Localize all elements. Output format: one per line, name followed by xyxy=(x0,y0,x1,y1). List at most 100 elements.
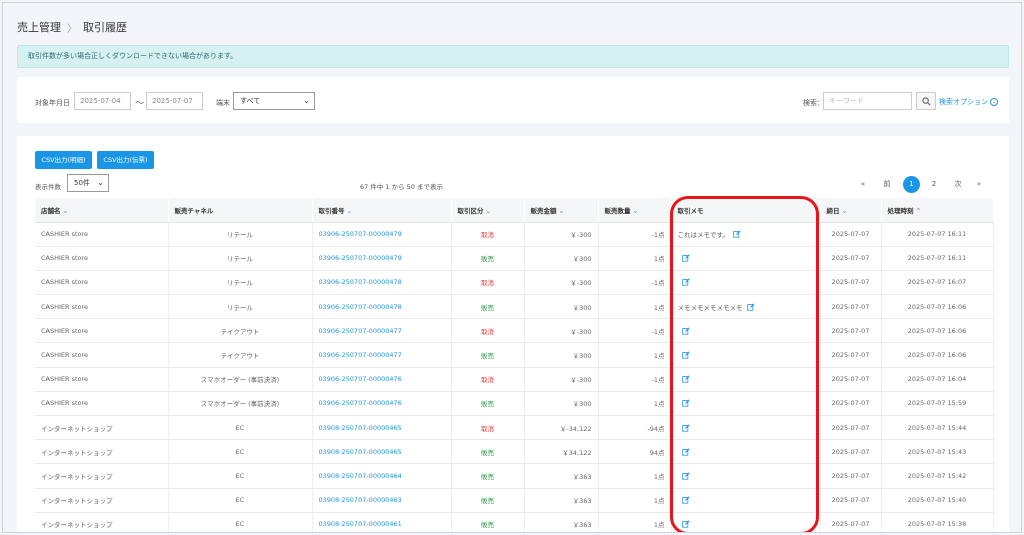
cell-time: 2025-07-07 15:44 xyxy=(881,415,994,441)
edit-icon[interactable] xyxy=(681,375,690,383)
cell-txn-link[interactable]: 03908-250707-00000461 xyxy=(312,512,452,532)
cell-store: インターネットショップ xyxy=(35,415,169,441)
cell-type: 販売 xyxy=(451,439,525,465)
cell-store: インターネットショップ xyxy=(35,512,169,532)
cell-channel: テイクアウト xyxy=(168,318,313,344)
cell-txn-link[interactable]: 03906-250707-00000478 xyxy=(312,270,452,296)
edit-icon[interactable] xyxy=(681,472,690,480)
search-button[interactable] xyxy=(916,92,936,110)
table-row: CASHIER store リテール 03906-250707-00000479 販売… xyxy=(35,246,994,271)
cell-txn-link[interactable]: 03906-250707-00000478 xyxy=(312,294,452,320)
cell-qty: 1点 xyxy=(598,246,672,271)
cell-txn-link[interactable]: 03906-250707-00000479 xyxy=(312,222,452,247)
sort-icon: ⌄ xyxy=(346,206,353,215)
breadcrumb-parent[interactable]: 売上管理 xyxy=(17,19,61,35)
col-close[interactable]: 締日 ⌄ xyxy=(820,198,882,223)
date-to-input[interactable]: 2025-07-07 xyxy=(146,92,203,110)
cell-channel: リテール xyxy=(168,294,313,320)
memo-text: これはメモです。 xyxy=(677,231,729,240)
cell-qty: 1点 xyxy=(598,512,672,532)
table-row: CASHIER store リテール 03906-250707-00000479 取消… xyxy=(35,222,994,247)
table-row: インターネットショップ EC 03908-250707-00000465 取消 ￥-34… xyxy=(35,415,994,441)
cell-memo xyxy=(671,415,821,441)
col-type[interactable]: 取引区分 ⌄ xyxy=(451,198,525,223)
pager-page-1[interactable]: 1 xyxy=(903,176,920,193)
col-store[interactable]: 店舗名 ⌄ xyxy=(35,198,169,223)
cell-memo xyxy=(671,512,821,532)
edit-icon[interactable] xyxy=(681,327,690,335)
cell-txn-link[interactable]: 03906-250707-00000476 xyxy=(312,367,452,392)
col-qty[interactable]: 販売数量 ⌄ xyxy=(598,198,672,223)
device-select[interactable]: すべて ⌄ xyxy=(233,92,315,110)
chevron-circle-down-icon: ⌄ xyxy=(990,98,999,106)
cell-type: 取消 xyxy=(451,270,525,296)
cell-amount: ￥300 xyxy=(524,391,599,417)
edit-icon[interactable] xyxy=(681,351,690,359)
table-row: CASHIER store リテール 03906-250707-00000478 取消… xyxy=(35,270,994,296)
cell-txn-link[interactable]: 03906-250707-00000477 xyxy=(312,342,452,368)
cell-memo: これはメモです。 xyxy=(671,222,821,247)
chevron-right-icon: 〉 xyxy=(67,23,77,35)
table-row: インターネットショップ EC 03908-250707-00000465 販売 ￥34,… xyxy=(35,439,994,465)
cell-memo xyxy=(671,463,821,489)
cell-time: 2025-07-07 16:06 xyxy=(881,294,994,320)
cell-close: 2025-07-07 xyxy=(820,294,882,320)
cell-txn-link[interactable]: 03906-250707-00000476 xyxy=(312,391,452,417)
edit-icon[interactable] xyxy=(681,496,690,504)
date-from-input[interactable]: 2025-07-04 xyxy=(74,92,131,110)
sort-icon: ⌄ xyxy=(62,206,69,215)
cell-memo xyxy=(671,342,821,368)
edit-icon[interactable] xyxy=(681,448,690,456)
cell-close: 2025-07-07 xyxy=(820,463,882,489)
pager-first[interactable]: « xyxy=(857,176,869,193)
table-row: CASHIER store テイクアウト 03906-250707-00000477… xyxy=(35,318,994,344)
edit-icon[interactable] xyxy=(681,399,690,408)
pager-prev[interactable]: 前 xyxy=(879,176,895,193)
edit-icon[interactable] xyxy=(681,520,690,528)
cell-time: 2025-07-07 16:11 xyxy=(881,246,994,271)
edit-icon[interactable] xyxy=(746,303,755,311)
cell-qty: 1点 xyxy=(598,488,672,513)
csv-detail-button[interactable]: CSV出力(明細) xyxy=(35,151,92,169)
edit-icon[interactable] xyxy=(681,424,690,432)
cell-qty: -1点 xyxy=(598,367,672,392)
pager-page-2[interactable]: 2 xyxy=(927,176,941,193)
page-size-select[interactable]: 50件 ⌄ xyxy=(67,174,109,192)
date-separator: 〜 xyxy=(135,99,145,109)
cell-txn-link[interactable]: 03908-250707-00000465 xyxy=(312,439,452,465)
cell-store: CASHIER store xyxy=(35,246,169,271)
col-time[interactable]: 処理時刻 ⌃ xyxy=(881,198,994,223)
sort-icon: ⌃ xyxy=(915,206,922,215)
cell-memo xyxy=(671,488,821,513)
cell-time: 2025-07-07 15:42 xyxy=(881,463,994,489)
cell-txn-link[interactable]: 03908-250707-00000463 xyxy=(312,488,452,513)
edit-icon[interactable] xyxy=(681,254,690,262)
cell-memo xyxy=(671,391,821,417)
cell-txn-link[interactable]: 03906-250707-00000479 xyxy=(312,246,452,271)
cell-store: インターネットショップ xyxy=(35,439,169,465)
cell-txn-link[interactable]: 03906-250707-00000477 xyxy=(312,318,452,344)
edit-icon[interactable] xyxy=(681,278,690,287)
chevron-down-icon: ⌄ xyxy=(97,178,104,187)
cell-amount: ￥300 xyxy=(524,246,599,271)
cell-txn-link[interactable]: 03908-250707-00000464 xyxy=(312,463,452,489)
cell-txn-link[interactable]: 03908-250707-00000465 xyxy=(312,415,452,441)
cell-qty: -1点 xyxy=(598,222,672,247)
col-txn[interactable]: 取引番号 ⌄ xyxy=(312,198,452,223)
csv-slip-button[interactable]: CSV出力(伝票) xyxy=(97,151,154,169)
advanced-search-link[interactable]: 検索オプション ⌄ xyxy=(939,97,999,107)
cell-type: 取消 xyxy=(451,415,525,441)
device-select-value: すべて xyxy=(240,97,261,105)
cell-channel: リテール xyxy=(168,270,313,296)
edit-icon[interactable] xyxy=(733,230,741,238)
app-frame: 売上管理 〉 取引履歴 取引件数が多い場合正しくダウンロードできない場合がありま… xyxy=(2,2,1022,533)
search-input[interactable]: キーワード xyxy=(823,92,912,110)
cell-channel: EC xyxy=(168,488,313,513)
pager-next[interactable]: 次 xyxy=(950,176,966,193)
pager-last[interactable]: » xyxy=(973,176,985,193)
col-amount[interactable]: 販売金額 ⌄ xyxy=(524,198,599,223)
cell-qty: 94点 xyxy=(598,439,672,465)
cell-store: CASHIER store xyxy=(35,367,169,392)
advanced-search-label: 検索オプション xyxy=(939,98,988,106)
cell-close: 2025-07-07 xyxy=(820,512,882,532)
